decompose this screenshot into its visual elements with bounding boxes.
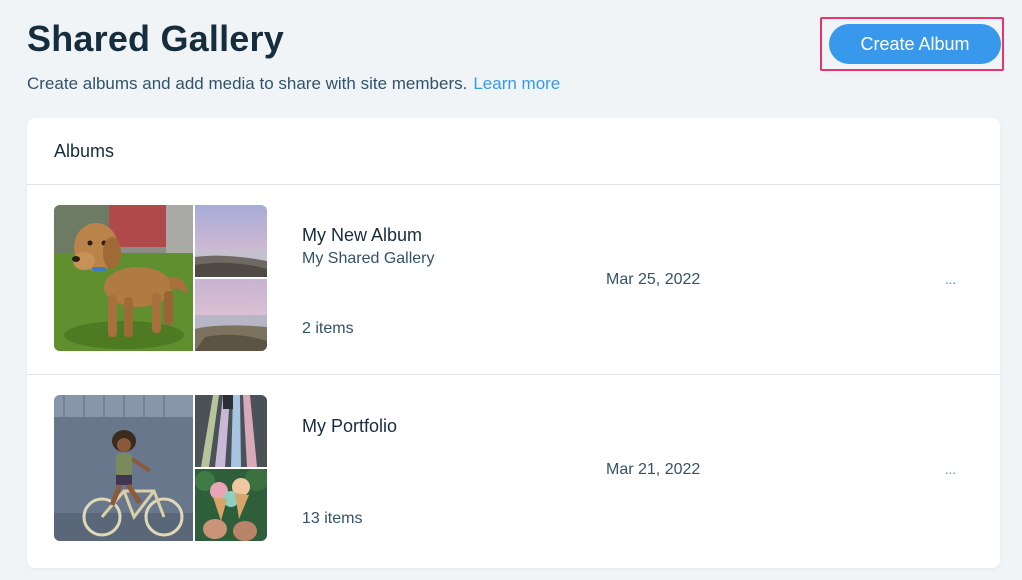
- crosswalk-photo-thumbnail: [195, 395, 267, 467]
- ice-cream-photo-thumbnail: [195, 469, 267, 541]
- create-album-button[interactable]: Create Album: [829, 24, 1001, 64]
- more-actions-icon[interactable]: ···: [939, 275, 961, 293]
- albums-heading: Albums: [54, 140, 115, 161]
- albums-card: Albums My New Album My Shared Gallery 2 …: [27, 118, 1000, 568]
- page-title: Shared Gallery: [27, 18, 284, 59]
- dog-photo-thumbnail: [54, 205, 193, 351]
- album-row-my-new-album[interactable]: My New Album My Shared Gallery 2 items M…: [27, 185, 1000, 375]
- album-row-my-portfolio[interactable]: My Portfolio 13 items Mar 21, 2022 ···: [27, 375, 1000, 565]
- album-name[interactable]: My Portfolio: [302, 416, 397, 437]
- album-item-count: 13 items: [302, 510, 363, 527]
- album-name[interactable]: My New Album: [302, 225, 422, 246]
- subtitle-text: Create albums and add media to share wit…: [27, 74, 468, 93]
- more-actions-icon[interactable]: ···: [939, 465, 961, 483]
- albums-card-header: Albums: [27, 118, 1000, 185]
- album-cover-collage[interactable]: [54, 205, 267, 351]
- album-item-count: 2 items: [302, 320, 354, 337]
- album-date: Mar 25, 2022: [606, 271, 701, 288]
- album-gallery-name: My Shared Gallery: [302, 250, 435, 267]
- page-subtitle: Create albums and add media to share wit…: [27, 74, 560, 94]
- learn-more-link[interactable]: Learn more: [473, 74, 560, 93]
- shore-photo-thumbnail: [195, 279, 267, 351]
- cyclist-photo-thumbnail: [54, 395, 193, 541]
- album-cover-collage[interactable]: [54, 395, 267, 541]
- album-date: Mar 21, 2022: [606, 461, 701, 478]
- beach-photo-thumbnail: [195, 205, 267, 277]
